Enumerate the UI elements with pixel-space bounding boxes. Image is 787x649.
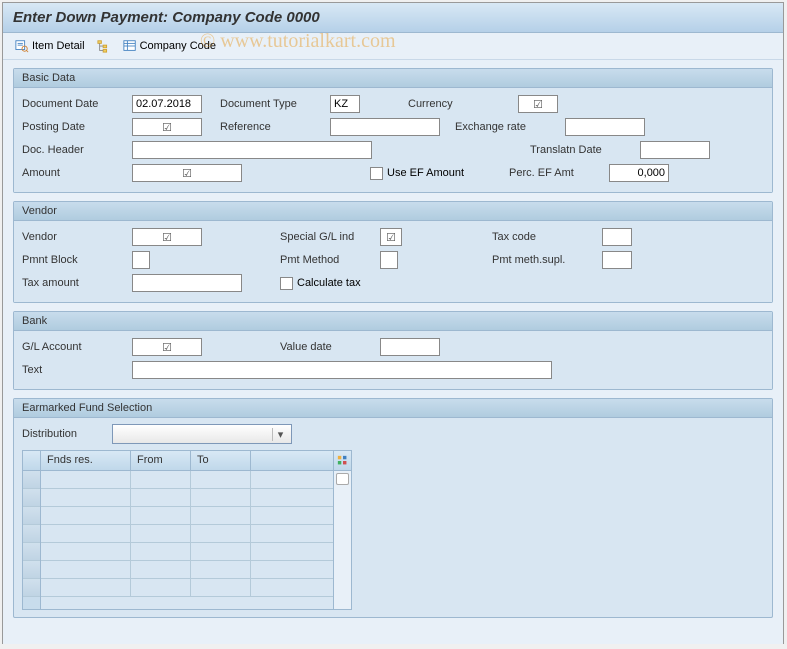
content-area: Basic Data Document Date Document Type C… <box>3 60 783 644</box>
document-date-label: Document Date <box>22 98 132 110</box>
value-date-input[interactable] <box>380 338 440 356</box>
funds-table: Fnds res. From To <box>22 450 352 610</box>
hierarchy-icon <box>97 39 111 53</box>
reference-label: Reference <box>220 121 330 133</box>
currency-label: Currency <box>408 98 518 110</box>
special-gl-ind-input[interactable] <box>380 228 402 246</box>
tax-amount-label: Tax amount <box>22 277 132 289</box>
toolbar: Item Detail Company Code <box>3 33 783 60</box>
vertical-scrollbar[interactable] <box>334 471 351 609</box>
table-row[interactable] <box>41 543 333 561</box>
pmnt-block-label: Pmnt Block <box>22 254 132 266</box>
distribution-dropdown[interactable]: ▾ <box>112 424 292 444</box>
table-row[interactable] <box>41 579 333 597</box>
doc-header-label: Doc. Header <box>22 144 132 156</box>
checkbox-icon <box>370 167 383 180</box>
table-header: Fnds res. From To <box>41 451 333 471</box>
table-row[interactable] <box>41 525 333 543</box>
item-detail-button[interactable]: Item Detail <box>11 37 89 55</box>
tree-button[interactable] <box>93 37 115 55</box>
table-body <box>41 471 333 597</box>
row-selector[interactable] <box>23 579 40 597</box>
checkbox-icon <box>280 277 293 290</box>
bank-title: Bank <box>14 312 772 331</box>
amount-input[interactable] <box>132 164 242 182</box>
translatn-date-input[interactable] <box>640 141 710 159</box>
calculate-tax-label: Calculate tax <box>297 277 361 289</box>
doc-header-input[interactable] <box>132 141 372 159</box>
row-selector[interactable] <box>23 561 40 579</box>
column-from[interactable]: From <box>131 451 191 470</box>
tax-code-label: Tax code <box>492 231 602 243</box>
earmarked-title: Earmarked Fund Selection <box>14 399 772 418</box>
perc-ef-amt-input[interactable] <box>609 164 669 182</box>
use-ef-amount-checkbox[interactable]: Use EF Amount <box>370 167 464 180</box>
column-to[interactable]: To <box>191 451 251 470</box>
tax-amount-input[interactable] <box>132 274 242 292</box>
distribution-label: Distribution <box>22 428 112 440</box>
gl-account-input[interactable] <box>132 338 202 356</box>
basic-data-group: Basic Data Document Date Document Type C… <box>13 68 773 193</box>
pmt-meth-supl-label: Pmt meth.supl. <box>492 254 602 266</box>
company-code-label: Company Code <box>140 40 216 52</box>
posting-date-label: Posting Date <box>22 121 132 133</box>
company-code-button[interactable]: Company Code <box>119 37 220 55</box>
table-row[interactable] <box>41 471 333 489</box>
calculate-tax-checkbox[interactable]: Calculate tax <box>280 277 361 290</box>
table-row[interactable] <box>41 489 333 507</box>
tax-code-input[interactable] <box>602 228 632 246</box>
table-scrollbar <box>333 451 351 609</box>
pmt-meth-supl-input[interactable] <box>602 251 632 269</box>
table-row[interactable] <box>41 507 333 525</box>
reference-input[interactable] <box>330 118 440 136</box>
table-config-button[interactable] <box>334 451 351 471</box>
main-window: Enter Down Payment: Company Code 0000 © … <box>2 2 784 644</box>
earmarked-group: Earmarked Fund Selection Distribution ▾ <box>13 398 773 618</box>
pmt-method-input[interactable] <box>380 251 398 269</box>
posting-date-input[interactable] <box>132 118 202 136</box>
pmnt-block-input[interactable] <box>132 251 150 269</box>
vendor-group: Vendor Vendor Special G/L ind Tax code P… <box>13 201 773 303</box>
amount-label: Amount <box>22 167 132 179</box>
pmt-method-label: Pmt Method <box>280 254 380 266</box>
search-list-icon <box>15 39 29 53</box>
gl-account-label: G/L Account <box>22 341 132 353</box>
document-type-label: Document Type <box>220 98 330 110</box>
page-title: Enter Down Payment: Company Code 0000 <box>13 9 320 26</box>
select-all-button[interactable] <box>23 451 40 471</box>
table-icon <box>123 39 137 53</box>
title-bar: Enter Down Payment: Company Code 0000 <box>3 3 783 33</box>
row-selector[interactable] <box>23 471 40 489</box>
basic-data-title: Basic Data <box>14 69 772 88</box>
row-selector[interactable] <box>23 507 40 525</box>
column-fnds-res[interactable]: Fnds res. <box>41 451 131 470</box>
translatn-date-label: Translatn Date <box>530 144 640 156</box>
value-date-label: Value date <box>280 341 380 353</box>
bank-group: Bank G/L Account Value date Text <box>13 311 773 390</box>
row-selector[interactable] <box>23 543 40 561</box>
perc-ef-amt-label: Perc. EF Amt <box>509 167 609 179</box>
document-type-input[interactable] <box>330 95 360 113</box>
text-label: Text <box>22 364 132 376</box>
text-input[interactable] <box>132 361 552 379</box>
special-gl-ind-label: Special G/L ind <box>280 231 380 243</box>
document-date-input[interactable] <box>132 95 202 113</box>
chevron-down-icon: ▾ <box>272 428 288 441</box>
table-row[interactable] <box>41 561 333 579</box>
item-detail-label: Item Detail <box>32 40 85 52</box>
row-selector[interactable] <box>23 525 40 543</box>
row-selector[interactable] <box>23 489 40 507</box>
use-ef-amount-label: Use EF Amount <box>387 167 464 179</box>
exchange-rate-label: Exchange rate <box>455 121 565 133</box>
exchange-rate-input[interactable] <box>565 118 645 136</box>
vendor-input[interactable] <box>132 228 202 246</box>
vendor-label: Vendor <box>22 231 132 243</box>
currency-input[interactable] <box>518 95 558 113</box>
vendor-title: Vendor <box>14 202 772 221</box>
scroll-thumb[interactable] <box>336 473 349 485</box>
row-selector-column <box>23 451 41 609</box>
